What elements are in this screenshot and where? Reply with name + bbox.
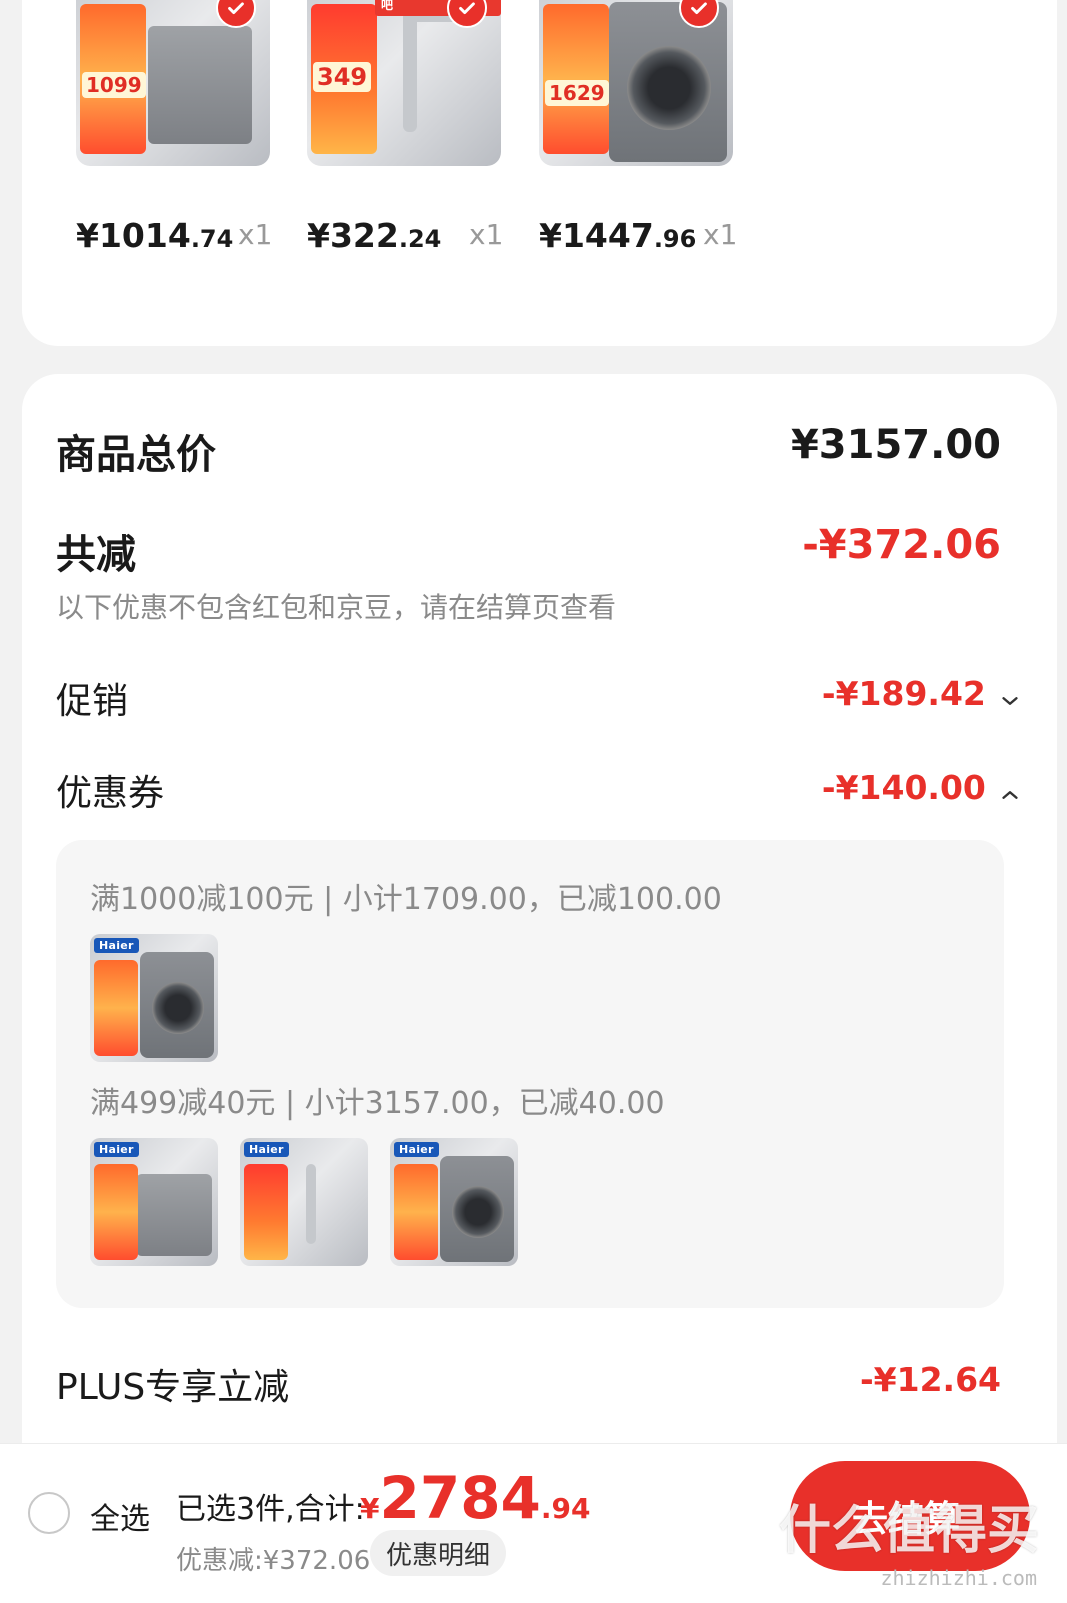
washer-door — [627, 46, 711, 130]
brand-logo: Haier — [394, 1142, 439, 1157]
washer-image — [440, 1156, 514, 1262]
promotion-value: -¥189.42 — [821, 674, 986, 713]
checkout-bar: 全选 已选3件,合计: ¥2784.94 优惠减:¥372.06 优惠明细 去结… — [0, 1443, 1067, 1603]
poster-price: 349 — [313, 62, 372, 92]
coupon-value: -¥140.00 — [821, 768, 986, 807]
site-watermark-url: zhizhizhi.com — [880, 1566, 1037, 1590]
coupon-rule-text: 满499减40元 | 小计3157.00，已减40.00 — [90, 1086, 665, 1121]
product-item[interactable]: 1629 Haier 初色 ¥1447.96 x1 — [539, 0, 737, 255]
promo-poster — [244, 1164, 288, 1260]
coupon-product-thumb[interactable]: Haier — [90, 934, 218, 1062]
brand-logo: Haier — [94, 938, 139, 953]
product-item[interactable]: 1099 Haier ¥1014.74 x1 — [76, 0, 274, 255]
faucet-image — [403, 12, 417, 132]
promotion-label[interactable]: 促销 — [56, 672, 128, 724]
faucet-image — [306, 1164, 316, 1244]
promotion-row-toggle[interactable]: -¥189.42 — [822, 674, 1021, 713]
discount-detail-button[interactable]: 优惠明细 — [370, 1530, 506, 1576]
chevron-down-icon — [1002, 696, 1018, 705]
plus-discount-label: PLUS专享立减 — [56, 1367, 290, 1408]
poster-price: 1629 — [545, 80, 609, 106]
product-price: ¥322.24 — [307, 216, 442, 255]
coupon-label[interactable]: 优惠券 — [56, 764, 164, 816]
washer-image — [140, 952, 214, 1058]
reduce-note: 以下优惠不包含红包和京豆，请在结算页查看 — [56, 591, 617, 624]
plus-discount-value: -¥12.64 — [859, 1360, 1001, 1399]
select-all-label[interactable]: 全选 — [90, 1494, 150, 1538]
total-price-value: ¥3157.00 — [790, 422, 1001, 468]
cart-page: 1099 Haier ¥1014.74 x1 349 Haier 每日好价 快来… — [0, 0, 1067, 1603]
product-qty: x1 — [703, 218, 738, 251]
coupon-rule-text: 满1000减100元 | 小计1709.00，已减100.00 — [90, 882, 722, 917]
chevron-up-icon — [1002, 790, 1018, 799]
site-watermark: 什么值得买 — [778, 1501, 1039, 1561]
total-price-label: 商品总价 — [56, 432, 216, 478]
promo-poster — [543, 4, 609, 154]
brand-logo: Haier — [244, 1142, 289, 1157]
product-image[interactable]: 349 Haier 每日好价 快来薅羊毛吧 — [307, 0, 501, 166]
brand-logo: Haier — [94, 1142, 139, 1157]
product-price: ¥1447.96 — [539, 216, 697, 255]
discount-amount: 优惠减:¥372.06 — [176, 1546, 371, 1576]
product-image[interactable]: 1099 Haier — [76, 0, 270, 166]
freezer-image — [136, 1174, 212, 1256]
price-summary-card: 商品总价 ¥3157.00 共减 -¥372.06 以下优惠不包含红包和京豆，请… — [22, 374, 1057, 1603]
washer-door — [152, 982, 204, 1034]
selected-check-icon[interactable] — [447, 0, 487, 28]
washer-image — [609, 2, 727, 162]
promo-poster — [94, 960, 138, 1056]
total-reduce-value: -¥372.06 — [802, 522, 1001, 568]
poster-price: 1099 — [82, 72, 146, 98]
product-qty: x1 — [238, 218, 273, 251]
washer-door — [452, 1186, 504, 1238]
coupon-product-thumb[interactable]: Haier — [240, 1138, 368, 1266]
product-item[interactable]: 349 Haier 每日好价 快来薅羊毛吧 ¥322.24 x1 — [307, 0, 505, 255]
coupon-product-thumb[interactable]: Haier — [90, 1138, 218, 1266]
coupon-detail-panel: 满1000减100元 | 小计1709.00，已减100.00 Haier 满4… — [56, 840, 1004, 1308]
coupon-row-toggle[interactable]: -¥140.00 — [822, 768, 1021, 807]
selected-check-icon[interactable] — [216, 0, 256, 28]
selected-products-card: 1099 Haier ¥1014.74 x1 349 Haier 每日好价 快来… — [22, 0, 1057, 346]
total-reduce-label: 共减 — [56, 532, 136, 578]
product-qty: x1 — [469, 218, 504, 251]
product-price: ¥1014.74 — [76, 216, 234, 255]
product-image[interactable]: 1629 Haier 初色 — [539, 0, 733, 166]
promo-poster — [94, 1164, 138, 1260]
total-amount: ¥2784.94 — [360, 1464, 591, 1532]
promo-poster — [394, 1164, 438, 1260]
coupon-product-thumb[interactable]: Haier — [390, 1138, 518, 1266]
selected-count: 已选3件,合计: — [176, 1492, 365, 1527]
freezer-image — [148, 26, 252, 144]
select-all-radio[interactable] — [28, 1492, 70, 1534]
